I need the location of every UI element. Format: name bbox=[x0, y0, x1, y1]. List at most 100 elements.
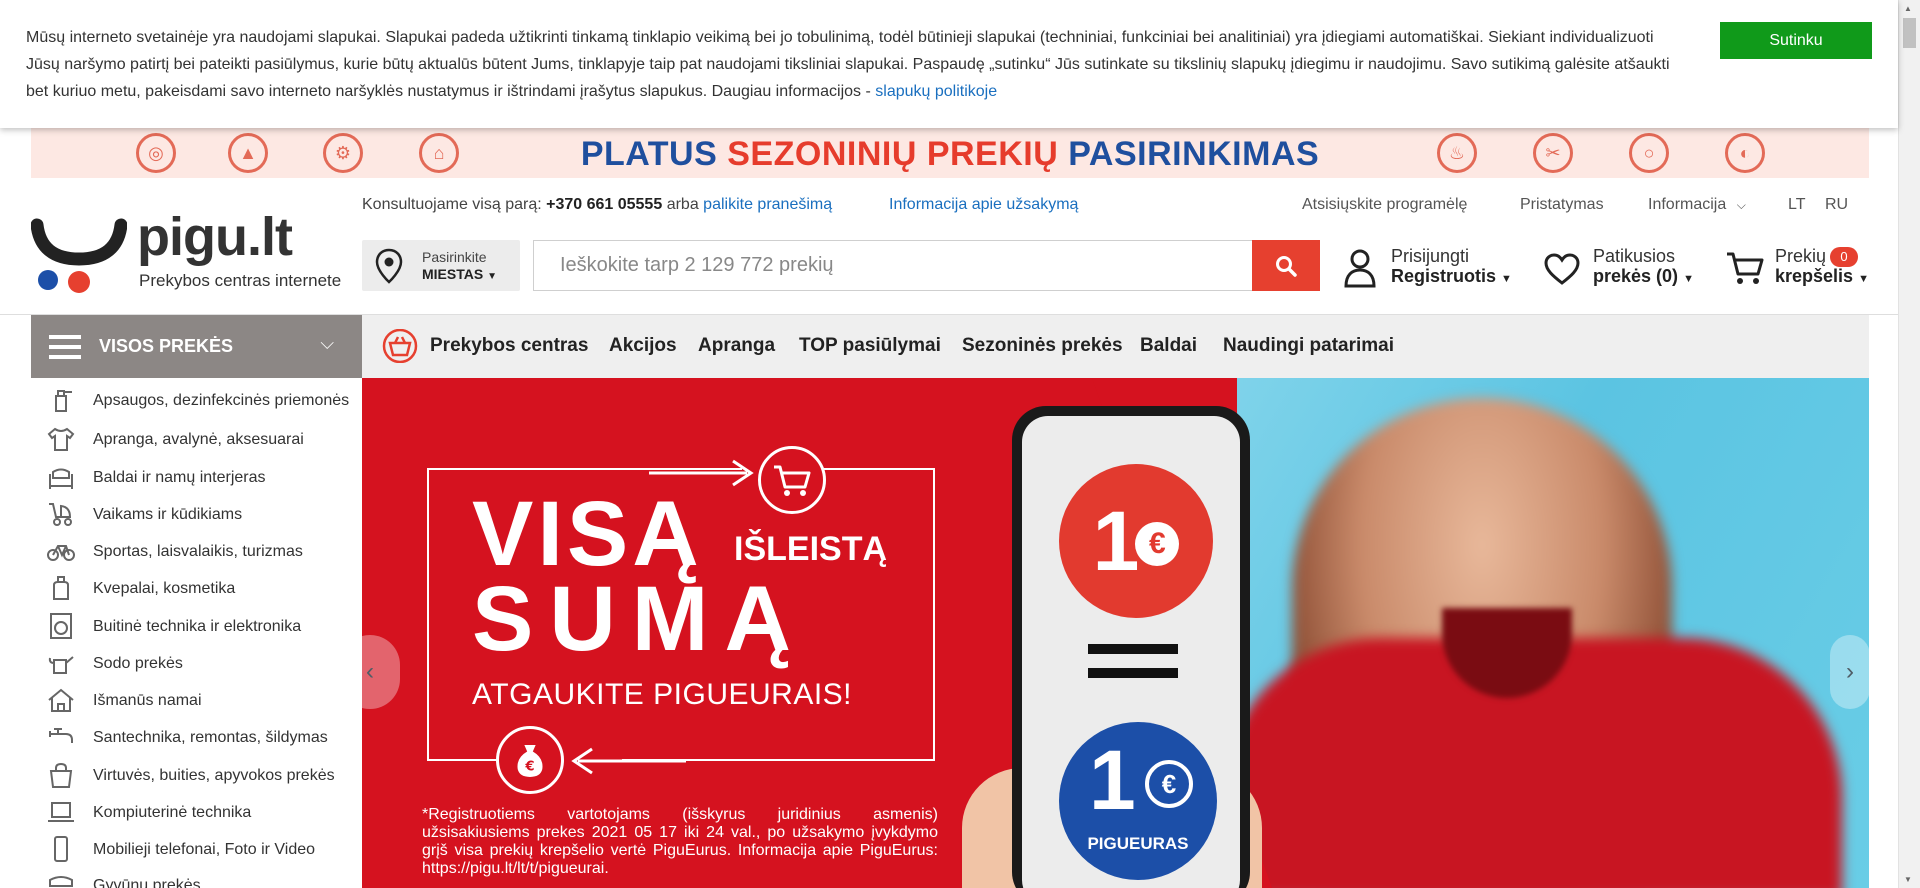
money-bag-icon: € bbox=[517, 744, 543, 777]
sidebar-item-phones[interactable]: Mobilieji telefonai, Foto ir Video bbox=[31, 832, 362, 866]
sidebar-item-label: Išmanūs namai bbox=[93, 691, 202, 709]
equals-bar bbox=[1088, 644, 1178, 654]
cookie-text: Mūsų interneto svetainėje yra naudojami … bbox=[26, 24, 1686, 105]
sidebar-item-sports[interactable]: Sportas, laisvalaikis, turizmas bbox=[31, 534, 362, 568]
hero-headline-visa: VISĄ bbox=[472, 483, 703, 585]
sidebar-item-kitchen[interactable]: Virtuvės, buities, apyvokos prekės bbox=[31, 758, 362, 792]
order-info-link[interactable]: Informacija apie užsakymą bbox=[889, 196, 1078, 214]
all-products-menu[interactable]: VISOS PREKĖS ⌵ bbox=[31, 315, 362, 378]
equals-bar bbox=[1088, 668, 1178, 678]
spray-icon bbox=[55, 390, 72, 412]
lang-ru[interactable]: RU bbox=[1825, 196, 1848, 214]
pigueuras-coin-number: 1 bbox=[1089, 733, 1136, 827]
consult-prefix: Konsultuojame visą parą: bbox=[362, 196, 542, 213]
nav-item-furniture[interactable]: Baldai bbox=[1140, 335, 1197, 357]
main-nav: Prekybos centras Akcijos Apranga TOP pas… bbox=[362, 315, 1869, 378]
washer-icon bbox=[50, 613, 72, 639]
cookie-message: Mūsų interneto svetainėje yra naudojami … bbox=[26, 29, 1670, 100]
cart-label: Prekių bbox=[1775, 246, 1827, 266]
hero-cart-circle bbox=[758, 446, 826, 514]
hero-phone: 1 € 1 € PIGUEURAS bbox=[1012, 406, 1250, 888]
slider-prev-button[interactable]: ‹ bbox=[340, 635, 400, 709]
favorites-menu[interactable]: Patikusios prekės (0) ▼ bbox=[1543, 244, 1694, 290]
delivery-link[interactable]: Pristatymas bbox=[1520, 196, 1604, 214]
login-register-menu[interactable]: Prisijungti Registruotis ▼ bbox=[1343, 244, 1513, 290]
hero-headline-isleista: IŠLEISTĄ bbox=[734, 530, 888, 568]
hamburger-icon bbox=[49, 335, 81, 359]
pigueuras-label: PIGUEURAS bbox=[1087, 834, 1189, 853]
slider-next-button[interactable]: › bbox=[1830, 635, 1870, 709]
user-icon bbox=[1344, 249, 1376, 288]
beach-ball-icon: ◐ bbox=[1725, 133, 1765, 173]
nav-item-shopping-centre[interactable]: Prekybos centras bbox=[430, 335, 588, 357]
login-label: Prisijungti bbox=[1391, 246, 1470, 266]
scroll-down-arrow-icon[interactable]: ▼ bbox=[1904, 875, 1912, 884]
euro-coin: 1 € bbox=[1059, 464, 1213, 618]
city-picker[interactable]: Pasirinkite MIESTAS ▼ bbox=[362, 240, 520, 291]
caret-down-icon: ▼ bbox=[487, 271, 497, 282]
cookie-consent-bar: Mūsų interneto svetainėje yra naudojami … bbox=[0, 0, 1898, 128]
location-pin-icon bbox=[375, 248, 403, 284]
logo-wordmark: pigu.lt bbox=[137, 207, 293, 267]
pigu-logo-icon bbox=[31, 218, 127, 293]
shirt-icon bbox=[47, 427, 75, 451]
sidebar-item-label: Gyvūnų prekės bbox=[93, 876, 201, 888]
sidebar-item-label: Kvepalai, kosmetika bbox=[93, 579, 236, 597]
cookie-policy-link[interactable]: slapukų politikoje bbox=[875, 83, 997, 100]
nav-item-clothing[interactable]: Apranga bbox=[698, 335, 775, 357]
seasonal-promo-banner[interactable]: ◎ ▲ ⚙ ⌂ PLATUS SEZONINIŲ PREKIŲ PASIRINK… bbox=[31, 128, 1869, 178]
cart-icon bbox=[774, 465, 811, 496]
sidebar-item-protection[interactable]: Apsaugos, dezinfekcinės priemonės bbox=[31, 380, 362, 420]
cart-count-badge: 0 bbox=[1830, 247, 1858, 267]
sidebar-item-label: Baldai ir namų interjeras bbox=[93, 468, 266, 486]
favorites-label: Patikusios bbox=[1593, 246, 1676, 266]
nav-item-deals[interactable]: Akcijos bbox=[609, 335, 677, 357]
phone-number[interactable]: +370 661 05555 bbox=[546, 196, 662, 213]
chevron-left-icon: ‹ bbox=[366, 658, 374, 685]
site-logo[interactable]: pigu.lt Prekybos centras internete bbox=[31, 205, 341, 295]
chevron-down-icon: ⌵ bbox=[1736, 198, 1746, 212]
download-app-link[interactable]: Atsisiųskite programėlę bbox=[1302, 196, 1467, 214]
cart-icon bbox=[1727, 252, 1764, 284]
sidebar-item-pets[interactable]: Gyvūnų prekės bbox=[31, 868, 362, 888]
sidebar-item-garden[interactable]: Sodo prekės bbox=[31, 646, 362, 680]
pool-icon: ○ bbox=[1629, 133, 1669, 173]
leave-message-link[interactable]: palikite pranešimą bbox=[703, 196, 832, 213]
promo-title: PLATUS SEZONINIŲ PREKIŲ PASIRINKIMAS bbox=[580, 135, 1320, 173]
sidebar-item-plumbing[interactable]: Santechnika, remontas, šildymas bbox=[31, 720, 362, 754]
information-menu[interactable]: Informacija ⌵ bbox=[1648, 196, 1746, 214]
page-scrollbar[interactable]: ▲ ▼ bbox=[1898, 0, 1920, 888]
city-value-text: MIESTAS bbox=[422, 266, 484, 282]
heart-icon bbox=[1544, 253, 1580, 285]
favorites-count-label: prekės (0) ▼ bbox=[1593, 266, 1694, 286]
logo-tagline: Prekybos centras internete bbox=[139, 271, 342, 290]
city-label: Pasirinkite bbox=[422, 249, 487, 265]
sidebar-item-smart-home[interactable]: Išmanūs namai bbox=[31, 683, 362, 717]
hero-banner[interactable]: € VISĄ IŠLEISTĄ SUMĄ ATGAUKITE PIGUEURAI… bbox=[362, 378, 1869, 888]
sidebar-item-clothing[interactable]: Apranga, avalynė, aksesuarai bbox=[31, 422, 362, 456]
sidebar-item-kids[interactable]: Vaikams ir kūdikiams bbox=[31, 497, 362, 531]
sidebar-item-furniture[interactable]: Baldai ir namų interjeras bbox=[31, 460, 362, 494]
sidebar-item-perfume[interactable]: Kvepalai, kosmetika bbox=[31, 571, 362, 605]
search-icon bbox=[1276, 255, 1297, 277]
search-input[interactable] bbox=[533, 240, 1253, 291]
watering-can-icon bbox=[48, 656, 74, 674]
euro-symbol-icon: € bbox=[1135, 522, 1180, 566]
nav-item-tips[interactable]: Naudingi patarimai bbox=[1223, 335, 1394, 357]
sidebar-item-label: Mobilieji telefonai, Foto ir Video bbox=[93, 840, 316, 858]
cookie-accept-button[interactable]: Sutinku bbox=[1720, 22, 1872, 59]
nav-item-top-offers[interactable]: TOP pasiūlymai bbox=[799, 335, 941, 357]
hero-headline-suma: SUMĄ bbox=[472, 568, 807, 670]
search-button[interactable] bbox=[1252, 240, 1320, 291]
sidebar-item-computers[interactable]: Kompiuterinė technika bbox=[31, 795, 362, 829]
nav-item-seasonal[interactable]: Sezoninės prekės bbox=[962, 335, 1123, 357]
information-label: Informacija bbox=[1648, 196, 1727, 213]
scroll-up-arrow-icon[interactable]: ▲ bbox=[1904, 4, 1912, 13]
sidebar-item-appliances[interactable]: Buitinė technika ir elektronika bbox=[31, 609, 362, 643]
all-products-label: VISOS PREKĖS bbox=[99, 336, 234, 356]
city-value: MIESTAS ▼ bbox=[422, 266, 497, 282]
euro-coin-number: 1 bbox=[1092, 493, 1140, 588]
bicycle-icon bbox=[47, 545, 75, 561]
lang-lt[interactable]: LT bbox=[1788, 196, 1805, 214]
scroll-thumb[interactable] bbox=[1903, 18, 1916, 48]
